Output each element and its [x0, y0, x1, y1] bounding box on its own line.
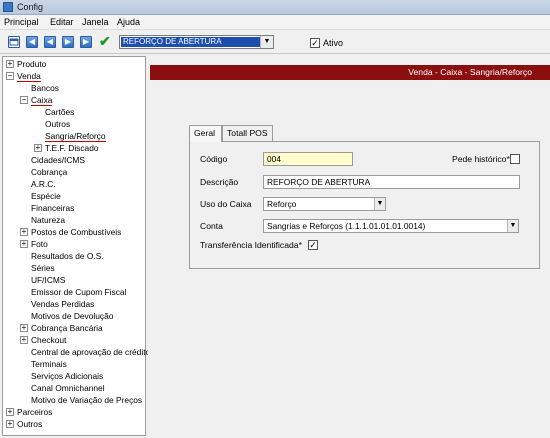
navigation-tree: + Produto − Venda Bancos − Caixa Cartões… [2, 56, 150, 436]
chevron-down-icon[interactable]: ▼ [260, 36, 273, 48]
tree-item-uf-icms[interactable]: UF/ICMS [31, 274, 65, 286]
tree-item-bancos[interactable]: Bancos [31, 82, 59, 94]
app-icon [3, 2, 13, 12]
tree-item-natureza[interactable]: Natureza [31, 214, 65, 226]
codigo-label: Código [200, 154, 228, 164]
tree-item-parceiros[interactable]: Parceiros [17, 406, 52, 418]
breadcrumb: Venda - Caixa - Sangria/Reforço [150, 65, 550, 80]
tree-item-motivo-variacao[interactable]: Motivo de Variação de Preços [31, 394, 142, 406]
codigo-field[interactable]: 004 [263, 152, 353, 166]
new-record-icon[interactable] [8, 36, 20, 48]
chevron-down-icon[interactable]: ▼ [374, 198, 385, 210]
transferencia-label: Transferência Identificada* [200, 240, 302, 250]
menu-bar: Principal Editar Janela Ajuda [0, 15, 550, 30]
expand-icon[interactable]: + [6, 408, 14, 416]
ativo-checkbox[interactable]: ✓ [310, 38, 320, 48]
window-title: Config [17, 2, 44, 12]
tree-item-arc[interactable]: A.R.C. [31, 178, 56, 190]
ativo-label: Ativo [323, 38, 344, 48]
expand-icon[interactable]: + [6, 420, 14, 428]
expand-icon[interactable]: + [34, 144, 42, 152]
title-bar: Config [0, 0, 550, 15]
last-record-icon[interactable]: ▶ [80, 36, 92, 48]
menu-editar[interactable]: Editar [50, 17, 74, 27]
expand-icon[interactable]: + [20, 240, 28, 248]
menu-janela[interactable]: Janela [82, 17, 109, 27]
pede-historico-checkbox[interactable] [510, 154, 520, 164]
uso-caixa-label: Uso do Caixa [200, 199, 252, 209]
tree-item-emissor[interactable]: Emissor de Cupom Fiscal [31, 286, 126, 298]
chevron-down-icon[interactable]: ▼ [507, 220, 518, 232]
expand-icon[interactable]: + [20, 324, 28, 332]
expand-icon[interactable]: + [20, 336, 28, 344]
toolbar: ◀ ◀ ▶ ▶ ✔ REFORÇO DE ABERTURA ▼ ✓ Ativo [0, 30, 550, 54]
menu-ajuda[interactable]: Ajuda [117, 17, 140, 27]
conta-select[interactable]: Sangrias e Reforços (1.1.1.01.01.01.0014… [263, 219, 519, 233]
content-area: Venda - Caixa - Sangria/Reforço Geral To… [148, 56, 550, 438]
first-record-icon[interactable]: ◀ [26, 36, 38, 48]
expand-icon[interactable]: + [20, 228, 28, 236]
tree-item-canal[interactable]: Canal Omnichannel [31, 382, 105, 394]
tab-geral[interactable]: Geral [189, 125, 222, 142]
tree-item-cobranca-bancaria[interactable]: Cobrança Bancária [31, 322, 103, 334]
uso-caixa-select[interactable]: Reforço ▼ [263, 197, 386, 211]
tree-item-produto[interactable]: Produto [17, 58, 46, 70]
conta-value: Sangrias e Reforços (1.1.1.01.01.01.0014… [267, 221, 426, 231]
tree-item-cartoes[interactable]: Cartões [45, 106, 74, 118]
tree-item-caixa[interactable]: Caixa [31, 94, 53, 106]
tree-item-outros[interactable]: Outros [17, 418, 42, 430]
record-selector-value: REFORÇO DE ABERTURA [121, 37, 260, 47]
tree-item-outros-caixa[interactable]: Outros [45, 118, 70, 130]
uso-caixa-value: Reforço [267, 199, 297, 209]
tree-item-venda[interactable]: Venda [17, 70, 41, 82]
tree-item-motivos-devolucao[interactable]: Motivos de Devolução [31, 310, 113, 322]
collapse-icon[interactable]: − [6, 72, 14, 80]
form-panel: Código 004 Pede histórico* Descrição REF… [189, 141, 540, 269]
tree-item-checkout[interactable]: Checkout [31, 334, 66, 346]
next-record-icon[interactable]: ▶ [62, 36, 74, 48]
tree-item-cidades[interactable]: Cidades/ICMS [31, 154, 85, 166]
tree-item-sangria-reforco[interactable]: Sangria/Reforço [45, 130, 106, 142]
expand-icon[interactable]: + [6, 60, 14, 68]
pede-historico-label: Pede histórico* [452, 154, 510, 164]
tree-item-servicos[interactable]: Serviços Adicionais [31, 370, 103, 382]
record-selector[interactable]: REFORÇO DE ABERTURA ▼ [119, 35, 274, 49]
transferencia-checkbox[interactable]: ✓ [308, 240, 318, 250]
previous-record-icon[interactable]: ◀ [44, 36, 56, 48]
collapse-icon[interactable]: − [20, 96, 28, 104]
tree-item-series[interactable]: Séries [31, 262, 55, 274]
tree-item-terminais[interactable]: Terminais [31, 358, 67, 370]
tree-item-vendas-perdidas[interactable]: Vendas Perdidas [31, 298, 94, 310]
tree-item-especie[interactable]: Espécie [31, 190, 61, 202]
tree-item-central-aprovacao[interactable]: Central de aprovação de crédito [31, 346, 150, 358]
tab-totall-pos[interactable]: Totall POS [222, 125, 273, 141]
conta-label: Conta [200, 221, 223, 231]
descricao-label: Descrição [200, 177, 239, 187]
tree-item-financeiras[interactable]: Financeiras [31, 202, 74, 214]
tree-item-tef[interactable]: T.E.F. Discado [45, 142, 99, 154]
menu-principal[interactable]: Principal [4, 17, 39, 27]
tree-item-cobranca[interactable]: Cobrança [31, 166, 67, 178]
confirm-check-icon[interactable]: ✔ [99, 33, 113, 49]
tree-item-postos[interactable]: Postos de Combustíveis [31, 226, 121, 238]
descricao-field[interactable]: REFORÇO DE ABERTURA [263, 175, 520, 189]
tree-item-resultados[interactable]: Resultados de O.S. [31, 250, 104, 262]
tree-item-foto[interactable]: Foto [31, 238, 48, 250]
